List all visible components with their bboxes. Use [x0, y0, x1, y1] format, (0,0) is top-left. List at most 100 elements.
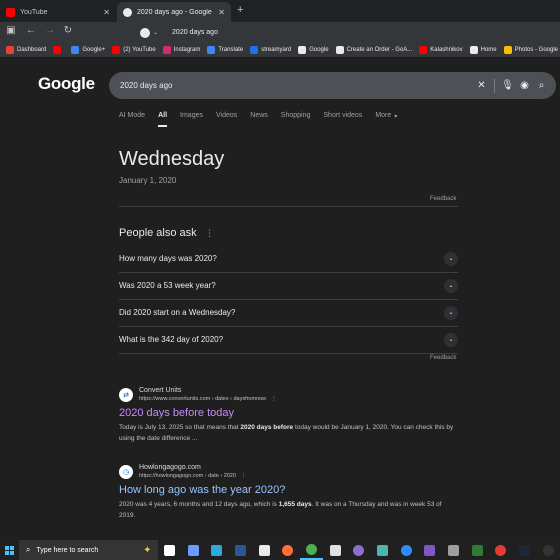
bookmark-icon: [419, 46, 428, 54]
bookmark-label: Google: [309, 47, 329, 53]
screenshot-taskbar-button[interactable]: [347, 540, 371, 560]
address-bar[interactable]: ⌄ 2020 days ago: [140, 24, 218, 41]
sidebar-toggle-icon[interactable]: ▣: [4, 25, 18, 36]
bookmark-item[interactable]: Translate: [207, 46, 243, 54]
result-source[interactable]: ⇄ Convert Units https://www.convertunits.c…: [119, 386, 459, 403]
browser-toolbar: ▣ ← → ↻: [0, 22, 560, 43]
app-grey-taskbar-button[interactable]: [442, 540, 466, 560]
word-taskbar-button[interactable]: [229, 540, 253, 560]
result-title-link[interactable]: 2020 days before today: [119, 406, 459, 420]
tab-title: 2020 days ago - Google Search: [137, 8, 214, 16]
forward-icon[interactable]: →: [43, 25, 57, 36]
recycle-taskbar-button[interactable]: [371, 540, 395, 560]
copilot-icon[interactable]: ✦: [143, 545, 151, 556]
firefox-taskbar-button[interactable]: [276, 540, 300, 560]
result-title-link[interactable]: How long ago was the year 2020?: [119, 483, 459, 497]
chevron-down-icon[interactable]: ⌄: [444, 332, 458, 347]
taskbar-search[interactable]: ⌕ Type here to search ✦: [18, 540, 158, 560]
google-logo[interactable]: Google: [38, 74, 95, 94]
paa-question[interactable]: Was 2020 a 53 week year? ⌄: [119, 272, 458, 299]
edge-taskbar-button[interactable]: [205, 540, 229, 560]
close-icon[interactable]: ✕: [103, 8, 110, 17]
edge-icon: [211, 544, 223, 556]
paa-question-text: Was 2020 a 53 week year?: [119, 281, 216, 290]
app-s-taskbar-button[interactable]: [252, 540, 276, 560]
bookmark-icon: [112, 46, 121, 54]
new-tab-button[interactable]: +: [237, 4, 243, 16]
snippet-highlight: 1,655 days: [278, 501, 312, 508]
app-green-taskbar-button[interactable]: [465, 540, 489, 560]
zoom-taskbar-button[interactable]: [394, 540, 418, 560]
tab-more[interactable]: More: [375, 112, 391, 128]
chevron-down-icon[interactable]: ⌄: [444, 251, 458, 266]
site-info-icon[interactable]: [140, 27, 150, 38]
paa-question[interactable]: Did 2020 start on a Wednesday? ⌄: [119, 299, 458, 326]
chevron-down-icon[interactable]: ⌄: [444, 305, 458, 320]
microphone-icon[interactable]: 🎙: [499, 80, 516, 91]
search-result: ⇄ Convert Units https://www.convertunits.c…: [119, 386, 459, 444]
bookmark-item[interactable]: Dashboard: [6, 46, 46, 54]
widgets-icon: [187, 544, 199, 556]
lens-icon[interactable]: ◉: [516, 80, 533, 91]
paa-question[interactable]: How many days was 2020? ⌄: [119, 245, 458, 272]
bookmark-item[interactable]: Google: [298, 46, 329, 54]
taskbar: ⌕ Type here to search ✦: [0, 540, 560, 560]
app-swap-taskbar-button[interactable]: [418, 540, 442, 560]
app-swap-icon: [424, 544, 436, 556]
tab-title: YouTube: [20, 8, 48, 16]
clear-icon[interactable]: ✕: [473, 80, 490, 91]
tab-shopping[interactable]: Shopping: [281, 112, 311, 128]
bookmark-item[interactable]: (2) YouTube: [112, 46, 156, 54]
paa-question-text: What is the 342 day of 2020?: [119, 335, 224, 344]
steam-taskbar-button[interactable]: [513, 540, 537, 560]
result-source[interactable]: ◷ Howlongagogo.com https://howlongagogo.co…: [119, 463, 459, 480]
bookmark-icon: [298, 46, 307, 54]
tab-google-search[interactable]: 2020 days ago - Google Search ✕: [117, 2, 231, 22]
app-green-icon: [471, 544, 483, 556]
chevron-down-icon[interactable]: ⌄: [444, 278, 458, 293]
tab-videos[interactable]: Videos: [216, 112, 237, 128]
close-icon[interactable]: ✕: [218, 8, 225, 17]
bookmark-item[interactable]: [53, 46, 64, 54]
obs-taskbar-button[interactable]: [536, 540, 560, 560]
feedback-link[interactable]: Feedback: [430, 196, 456, 202]
paa-question[interactable]: What is the 342 day of 2020? ⌄: [119, 326, 458, 353]
tab-youtube[interactable]: YouTube ✕: [0, 2, 116, 22]
chevron-down-icon[interactable]: ▾: [394, 113, 397, 128]
task-view-taskbar-button[interactable]: [158, 540, 182, 560]
back-icon[interactable]: ←: [24, 25, 38, 36]
search-icon: ⌕: [25, 545, 31, 554]
search-icon[interactable]: ⌕: [533, 80, 550, 91]
app-d-taskbar-button[interactable]: [323, 540, 347, 560]
chrome-taskbar-button[interactable]: [299, 540, 324, 560]
tab-ai-mode[interactable]: AI Mode: [119, 112, 145, 128]
more-options-icon[interactable]: ⋮: [271, 396, 277, 402]
more-options-icon[interactable]: ⋮: [205, 228, 214, 239]
bookmark-icon: [207, 46, 216, 54]
address-text[interactable]: 2020 days ago: [172, 29, 218, 36]
bookmark-item[interactable]: Home: [469, 46, 497, 54]
app-red-taskbar-button[interactable]: [489, 540, 513, 560]
bookmark-item[interactable]: Instagram: [162, 46, 200, 54]
bookmark-icon: [6, 46, 14, 54]
bookmark-item[interactable]: Google+: [71, 46, 105, 54]
bookmark-label: Google+: [82, 47, 106, 53]
more-options-icon[interactable]: ⋮: [241, 473, 247, 479]
search-result: ◷ Howlongagogo.com https://howlongagogo.co…: [119, 463, 459, 521]
bookmark-item[interactable]: streamyard: [250, 46, 291, 54]
tab-images[interactable]: Images: [180, 112, 203, 128]
tab-short-videos[interactable]: Short videos: [323, 112, 362, 128]
bookmark-item[interactable]: Create an Order - GoA...: [335, 46, 412, 54]
widgets-taskbar-button[interactable]: [181, 540, 205, 560]
tab-all[interactable]: All: [158, 112, 167, 128]
bookmark-item[interactable]: Kalashnikov: [419, 46, 463, 54]
bookmark-item[interactable]: Photos - Google Phot: [503, 46, 560, 54]
result-snippet: Today is July 13, 2025 so that means tha…: [119, 422, 459, 444]
feedback-link[interactable]: Feedback: [430, 355, 456, 361]
tab-news[interactable]: News: [250, 112, 268, 128]
search-input[interactable]: 2020 days ago: [120, 81, 473, 90]
chevron-down-icon[interactable]: ⌄: [153, 29, 158, 36]
reload-icon[interactable]: ↻: [61, 25, 75, 36]
search-box[interactable]: 2020 days ago ✕ 🎙 ◉ ⌕: [109, 72, 556, 99]
start-button[interactable]: [0, 540, 19, 560]
